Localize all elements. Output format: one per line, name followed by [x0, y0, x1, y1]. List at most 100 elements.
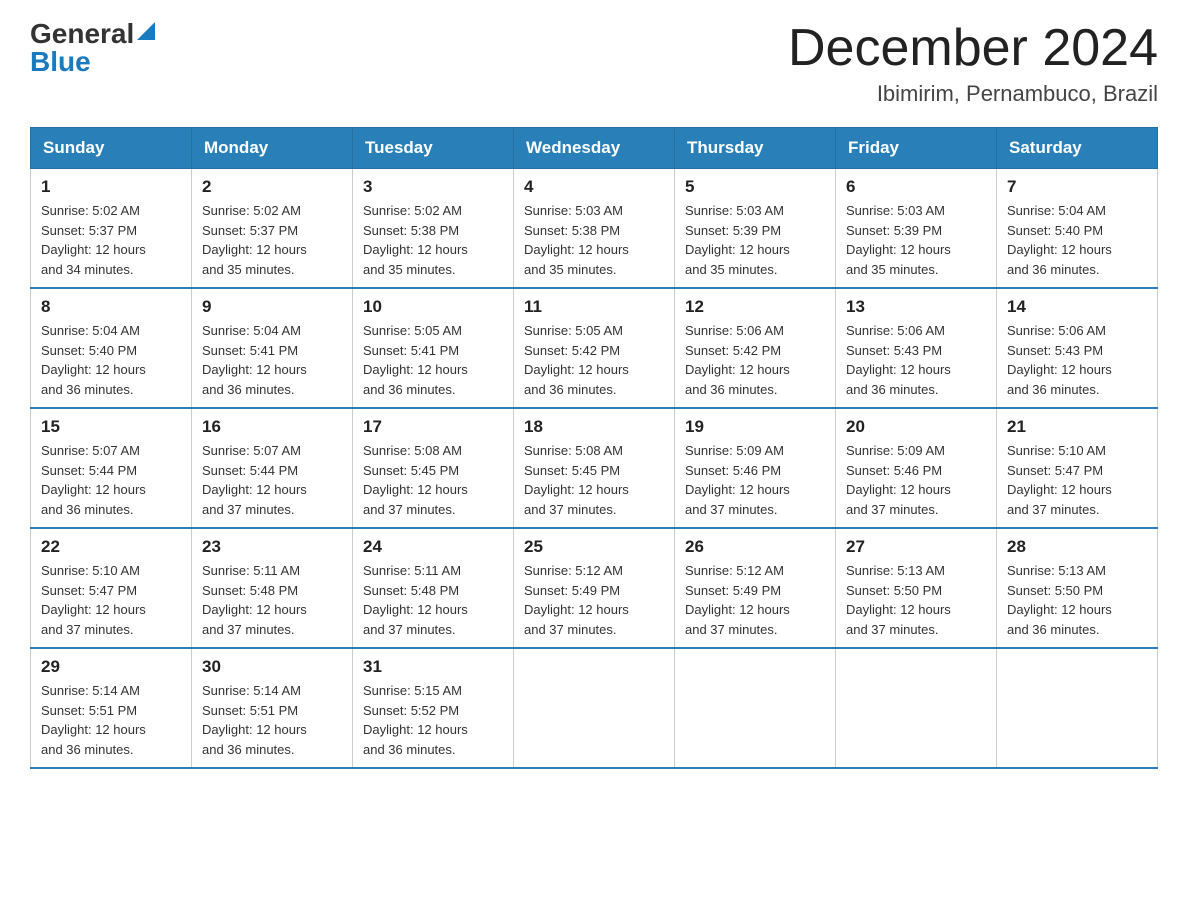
day-info: Sunrise: 5:15 AMSunset: 5:52 PMDaylight:…: [363, 681, 503, 759]
weekday-header-tuesday: Tuesday: [353, 128, 514, 169]
day-number: 17: [363, 417, 503, 437]
day-info: Sunrise: 5:14 AMSunset: 5:51 PMDaylight:…: [41, 681, 181, 759]
day-info: Sunrise: 5:09 AMSunset: 5:46 PMDaylight:…: [685, 441, 825, 519]
day-info: Sunrise: 5:09 AMSunset: 5:46 PMDaylight:…: [846, 441, 986, 519]
calendar-day: 18 Sunrise: 5:08 AMSunset: 5:45 PMDayligh…: [514, 408, 675, 528]
day-number: 18: [524, 417, 664, 437]
day-number: 6: [846, 177, 986, 197]
day-number: 23: [202, 537, 342, 557]
calendar-day: 22 Sunrise: 5:10 AMSunset: 5:47 PMDayligh…: [31, 528, 192, 648]
day-number: 26: [685, 537, 825, 557]
day-info: Sunrise: 5:06 AMSunset: 5:43 PMDaylight:…: [846, 321, 986, 399]
day-number: 12: [685, 297, 825, 317]
logo-triangle-icon: [137, 22, 155, 45]
calendar-day: [514, 648, 675, 768]
logo-blue: Blue: [30, 48, 91, 76]
day-info: Sunrise: 5:02 AMSunset: 5:38 PMDaylight:…: [363, 201, 503, 279]
day-info: Sunrise: 5:03 AMSunset: 5:38 PMDaylight:…: [524, 201, 664, 279]
calendar-day: [836, 648, 997, 768]
calendar-day: 14Sunrise: 5:06 AMSunset: 5:43 PMDayligh…: [997, 288, 1158, 408]
day-number: 19: [685, 417, 825, 437]
calendar-day: 9Sunrise: 5:04 AMSunset: 5:41 PMDaylight…: [192, 288, 353, 408]
day-info: Sunrise: 5:10 AMSunset: 5:47 PMDaylight:…: [41, 561, 181, 639]
day-info: Sunrise: 5:13 AMSunset: 5:50 PMDaylight:…: [1007, 561, 1147, 639]
day-number: 9: [202, 297, 342, 317]
day-number: 3: [363, 177, 503, 197]
day-number: 20: [846, 417, 986, 437]
calendar-day: 15 Sunrise: 5:07 AMSunset: 5:44 PMDayligh…: [31, 408, 192, 528]
day-info: Sunrise: 5:03 AMSunset: 5:39 PMDaylight:…: [846, 201, 986, 279]
calendar-day: 3 Sunrise: 5:02 AMSunset: 5:38 PMDaylight…: [353, 169, 514, 289]
calendar-day: 17 Sunrise: 5:08 AMSunset: 5:45 PMDayligh…: [353, 408, 514, 528]
calendar-day: 2 Sunrise: 5:02 AMSunset: 5:37 PMDaylight…: [192, 169, 353, 289]
day-number: 15: [41, 417, 181, 437]
weekday-header-monday: Monday: [192, 128, 353, 169]
calendar-day: 6 Sunrise: 5:03 AMSunset: 5:39 PMDaylight…: [836, 169, 997, 289]
day-info: Sunrise: 5:12 AMSunset: 5:49 PMDaylight:…: [685, 561, 825, 639]
weekday-header-wednesday: Wednesday: [514, 128, 675, 169]
calendar-day: 13 Sunrise: 5:06 AMSunset: 5:43 PMDayligh…: [836, 288, 997, 408]
calendar-day: 27Sunrise: 5:13 AMSunset: 5:50 PMDayligh…: [836, 528, 997, 648]
day-number: 30: [202, 657, 342, 677]
day-info: Sunrise: 5:05 AMSunset: 5:42 PMDaylight:…: [524, 321, 664, 399]
day-number: 5: [685, 177, 825, 197]
calendar-day: 24 Sunrise: 5:11 AMSunset: 5:48 PMDayligh…: [353, 528, 514, 648]
day-info: Sunrise: 5:11 AMSunset: 5:48 PMDaylight:…: [363, 561, 503, 639]
calendar-day: 26 Sunrise: 5:12 AMSunset: 5:49 PMDayligh…: [675, 528, 836, 648]
day-info: Sunrise: 5:02 AMSunset: 5:37 PMDaylight:…: [202, 201, 342, 279]
day-number: 11: [524, 297, 664, 317]
weekday-header-thursday: Thursday: [675, 128, 836, 169]
day-number: 16: [202, 417, 342, 437]
day-info: Sunrise: 5:08 AMSunset: 5:45 PMDaylight:…: [363, 441, 503, 519]
day-info: Sunrise: 5:03 AMSunset: 5:39 PMDaylight:…: [685, 201, 825, 279]
day-info: Sunrise: 5:13 AMSunset: 5:50 PMDaylight:…: [846, 561, 986, 639]
day-info: Sunrise: 5:10 AMSunset: 5:47 PMDaylight:…: [1007, 441, 1147, 519]
calendar-day: 1 Sunrise: 5:02 AMSunset: 5:37 PMDaylight…: [31, 169, 192, 289]
day-number: 28: [1007, 537, 1147, 557]
calendar-day: 21 Sunrise: 5:10 AMSunset: 5:47 PMDayligh…: [997, 408, 1158, 528]
calendar-day: 10 Sunrise: 5:05 AMSunset: 5:41 PMDayligh…: [353, 288, 514, 408]
logo-general: General: [30, 20, 134, 48]
calendar-week-1: 1 Sunrise: 5:02 AMSunset: 5:37 PMDaylight…: [31, 169, 1158, 289]
day-number: 4: [524, 177, 664, 197]
page-header: General Blue December 2024 Ibimirim, Per…: [30, 20, 1158, 107]
calendar-title: December 2024: [788, 20, 1158, 77]
day-number: 10: [363, 297, 503, 317]
day-info: Sunrise: 5:02 AMSunset: 5:37 PMDaylight:…: [41, 201, 181, 279]
day-number: 1: [41, 177, 181, 197]
calendar-table: SundayMondayTuesdayWednesdayThursdayFrid…: [30, 127, 1158, 769]
day-info: Sunrise: 5:06 AMSunset: 5:42 PMDaylight:…: [685, 321, 825, 399]
title-block: December 2024 Ibimirim, Pernambuco, Braz…: [788, 20, 1158, 107]
calendar-week-5: 29 Sunrise: 5:14 AMSunset: 5:51 PMDayligh…: [31, 648, 1158, 768]
day-number: 31: [363, 657, 503, 677]
calendar-day: 8Sunrise: 5:04 AMSunset: 5:40 PMDaylight…: [31, 288, 192, 408]
calendar-day: 30 Sunrise: 5:14 AMSunset: 5:51 PMDayligh…: [192, 648, 353, 768]
day-info: Sunrise: 5:06 AMSunset: 5:43 PMDaylight:…: [1007, 321, 1147, 399]
calendar-week-4: 22 Sunrise: 5:10 AMSunset: 5:47 PMDayligh…: [31, 528, 1158, 648]
day-info: Sunrise: 5:08 AMSunset: 5:45 PMDaylight:…: [524, 441, 664, 519]
calendar-header: SundayMondayTuesdayWednesdayThursdayFrid…: [31, 128, 1158, 169]
day-info: Sunrise: 5:07 AMSunset: 5:44 PMDaylight:…: [202, 441, 342, 519]
calendar-day: 16 Sunrise: 5:07 AMSunset: 5:44 PMDayligh…: [192, 408, 353, 528]
day-number: 25: [524, 537, 664, 557]
day-number: 29: [41, 657, 181, 677]
day-number: 21: [1007, 417, 1147, 437]
day-number: 2: [202, 177, 342, 197]
day-number: 22: [41, 537, 181, 557]
calendar-day: 4 Sunrise: 5:03 AMSunset: 5:38 PMDaylight…: [514, 169, 675, 289]
day-info: Sunrise: 5:04 AMSunset: 5:40 PMDaylight:…: [1007, 201, 1147, 279]
day-info: Sunrise: 5:11 AMSunset: 5:48 PMDaylight:…: [202, 561, 342, 639]
day-number: 7: [1007, 177, 1147, 197]
weekday-header-friday: Friday: [836, 128, 997, 169]
day-info: Sunrise: 5:07 AMSunset: 5:44 PMDaylight:…: [41, 441, 181, 519]
calendar-day: 11 Sunrise: 5:05 AMSunset: 5:42 PMDayligh…: [514, 288, 675, 408]
day-info: Sunrise: 5:05 AMSunset: 5:41 PMDaylight:…: [363, 321, 503, 399]
day-info: Sunrise: 5:14 AMSunset: 5:51 PMDaylight:…: [202, 681, 342, 759]
day-number: 24: [363, 537, 503, 557]
day-info: Sunrise: 5:04 AMSunset: 5:40 PMDaylight:…: [41, 321, 181, 399]
calendar-day: [675, 648, 836, 768]
calendar-day: 7 Sunrise: 5:04 AMSunset: 5:40 PMDaylight…: [997, 169, 1158, 289]
calendar-day: 20 Sunrise: 5:09 AMSunset: 5:46 PMDayligh…: [836, 408, 997, 528]
calendar-subtitle: Ibimirim, Pernambuco, Brazil: [788, 81, 1158, 107]
day-number: 13: [846, 297, 986, 317]
